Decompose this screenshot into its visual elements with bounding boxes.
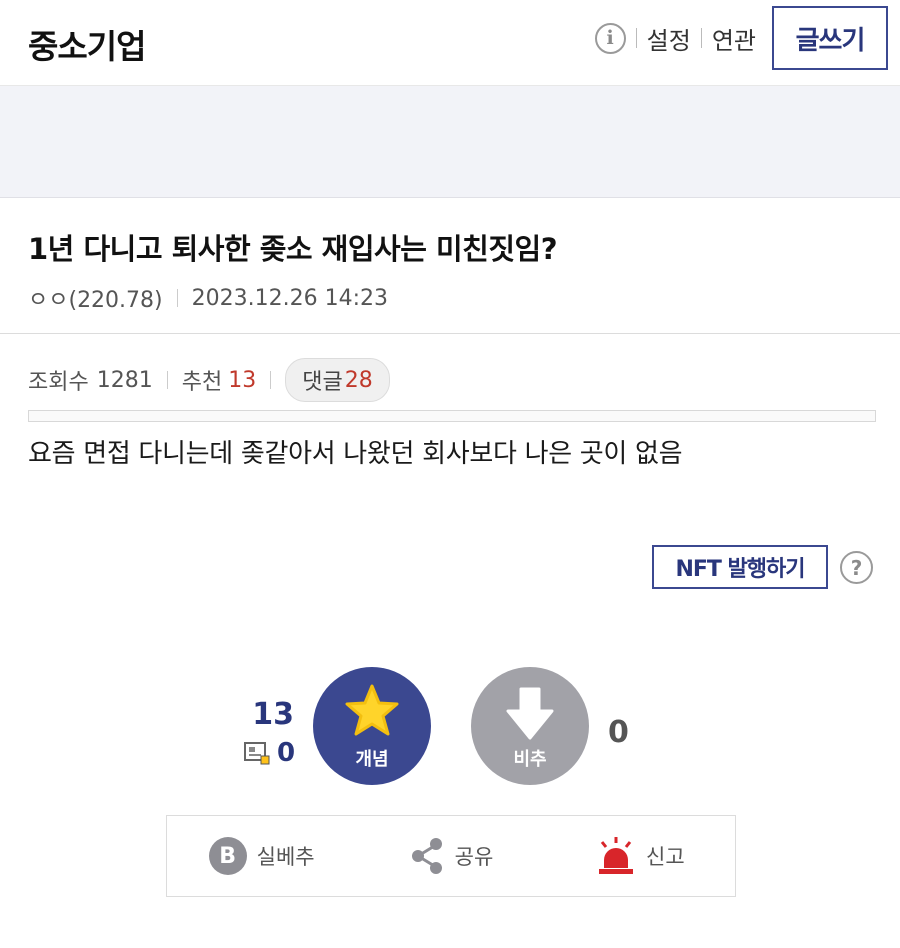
divider [0,333,900,334]
arrow-down-icon [506,687,554,740]
post-stats: 조회수 1281 추천 13 댓글 28 [28,358,390,402]
share-icon [409,837,445,875]
settings-link[interactable]: 설정 [647,21,691,56]
best-label: 실베추 [256,845,315,869]
downvote-button[interactable]: 비추 [471,667,589,785]
upvote-button[interactable]: 개념 [313,667,431,785]
post-meta: ㅇㅇ(220.78) 2023.12.26 14:23 [28,282,388,314]
upvote-label: 개념 [355,749,389,770]
comments-button[interactable]: 댓글 28 [285,358,390,402]
fixed-user-icon [244,741,271,765]
share-button[interactable]: 공유 [356,837,545,875]
question-icon[interactable]: ? [840,551,873,584]
star-icon [345,684,399,736]
share-label: 공유 [454,845,494,869]
write-button[interactable]: 글쓰기 [772,6,888,70]
related-link[interactable]: 연관 [712,21,756,56]
gallery-title[interactable]: 중소기업 [28,20,146,68]
divider [166,371,168,389]
post-body: 요즘 면접 다니는데 좆같아서 나왔던 회사보다 나은 곳이 없음 [28,439,683,469]
best-recommend-button[interactable]: B 실베추 [167,837,356,875]
report-label: 신고 [646,845,685,869]
post-title: 1년 다니고 퇴사한 좆소 재입사는 미친짓임? [28,232,558,266]
author-name[interactable]: ㅇㅇ(220.78) [28,282,163,314]
post-action-bar: B 실베추 공유 신고 [166,815,736,897]
app-header: 중소기업 i 설정 연관 글쓰기 [0,0,900,86]
divider [700,28,702,48]
comments-label: 댓글 [302,370,343,395]
divider [635,28,637,48]
info-icon[interactable]: i [594,22,626,54]
nft-mint-button[interactable]: NFT 발행하기 [652,545,828,589]
content-top-bar [28,410,876,422]
report-button[interactable]: 신고 [546,836,735,876]
comments-count: 28 [344,367,373,393]
divider [176,289,178,307]
post-datetime: 2023.12.26 14:23 [191,285,388,311]
header-actions: i 설정 연관 글쓰기 [594,6,888,70]
downvote-count: 0 [608,715,629,750]
best-icon-letter: B [208,837,247,875]
recommend-count: 13 [228,367,257,393]
views-count: 1281 [96,367,153,393]
divider [270,371,272,389]
downvote-label: 비추 [513,749,547,770]
best-b-icon: B [208,837,247,875]
siren-icon [596,836,636,876]
ad-banner-area [0,86,900,198]
recommend-label: 추천 [181,370,223,395]
upvote-count: 13 [252,697,294,732]
fixed-upvote-row: 0 [244,738,295,768]
views-label: 조회수 [28,370,89,395]
fixed-upvote-count: 0 [277,738,296,768]
